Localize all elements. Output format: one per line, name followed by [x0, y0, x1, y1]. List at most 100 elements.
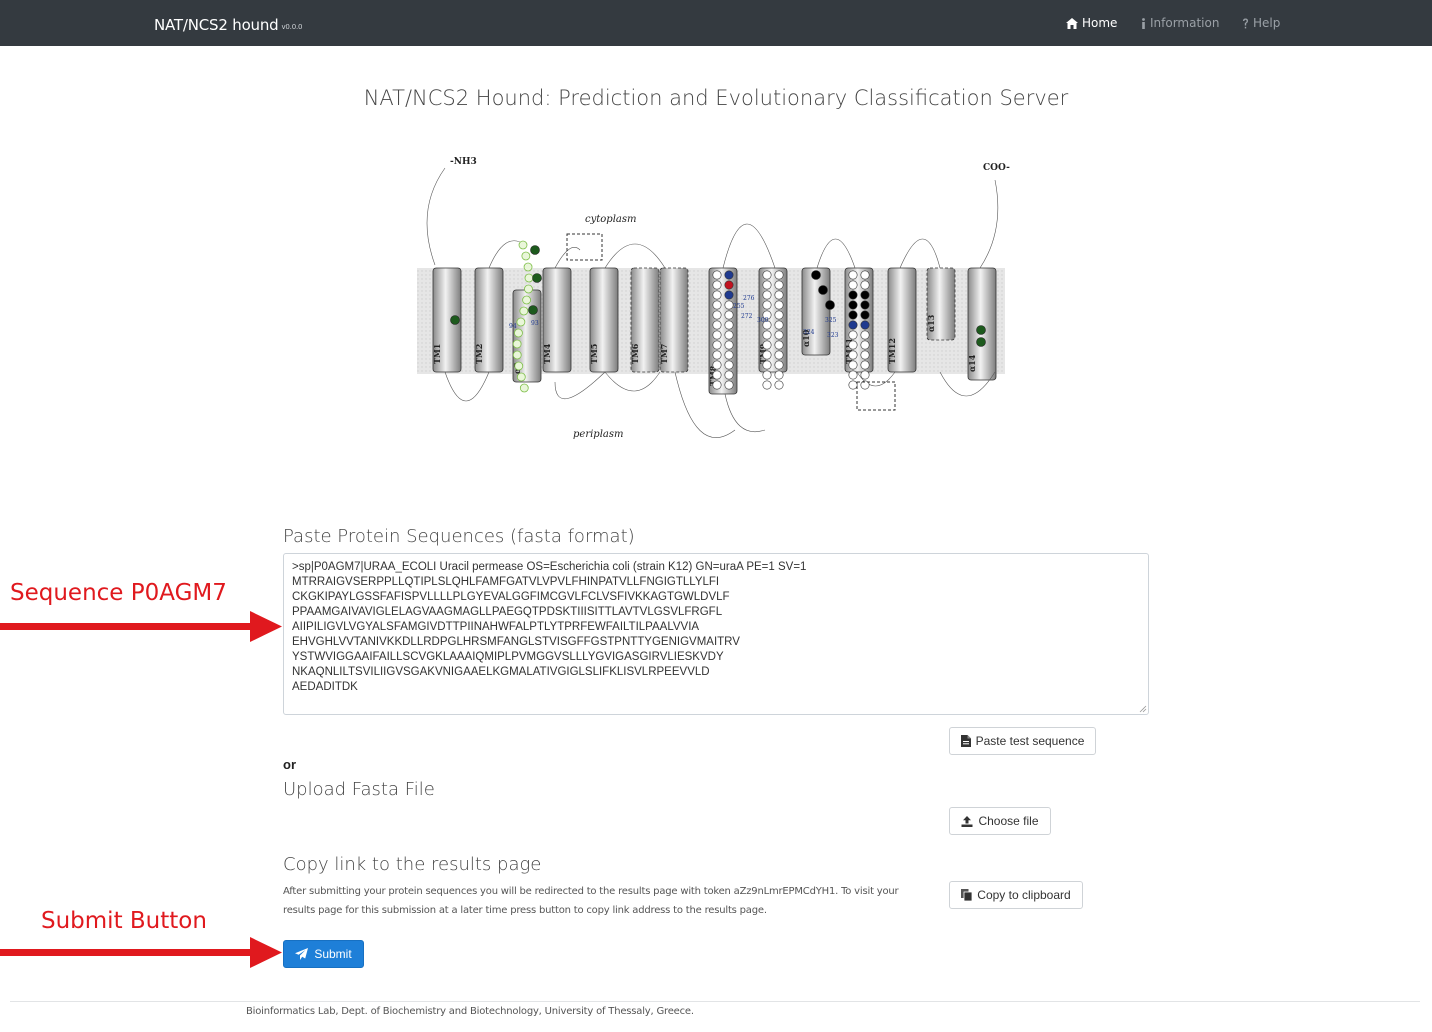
residue-circle	[532, 273, 542, 283]
loop-1	[426, 167, 446, 266]
paste-test-sequence-button[interactable]: Paste test sequence	[949, 727, 1096, 755]
residue-circle	[712, 330, 722, 340]
residue-circle	[848, 300, 858, 310]
residue-number-label: 255	[733, 303, 745, 310]
residue-circle	[514, 328, 523, 338]
residue-circle	[519, 306, 529, 316]
residue-circle	[848, 370, 858, 380]
residue-circle	[724, 360, 734, 370]
residue-number-label: 93	[531, 320, 539, 327]
nh3-label: -NH3	[450, 157, 477, 167]
submit-button[interactable]: Submit	[283, 940, 364, 968]
annotation-submit-label: Submit Button	[41, 908, 207, 934]
residue-circle	[860, 290, 870, 300]
residue-circle	[774, 290, 784, 300]
loop-6	[816, 238, 856, 269]
residue-circle	[860, 320, 870, 330]
residue-circle	[848, 320, 858, 330]
copy-to-clipboard-button[interactable]: Copy to clipboard	[949, 881, 1083, 909]
residue-circle	[512, 350, 522, 360]
residue-circle	[825, 300, 835, 310]
residue-circle	[724, 270, 734, 280]
residue-number-label: 276	[743, 295, 755, 302]
residue-circle	[774, 280, 784, 290]
loop-8	[979, 179, 999, 269]
helix-label: TM12	[887, 338, 897, 364]
footer-divider	[10, 1001, 1420, 1002]
nav-help[interactable]: Help	[1242, 16, 1280, 30]
residue-circle	[860, 330, 870, 340]
residue-circle	[450, 315, 460, 325]
residue-circle	[774, 370, 784, 380]
residue-circle	[774, 340, 784, 350]
help-icon	[1243, 18, 1248, 28]
helix-label: TM7	[659, 344, 669, 364]
coo-label: COO-	[983, 163, 1010, 173]
nav-information-label: Information	[1150, 16, 1220, 30]
residue-circle	[524, 273, 534, 283]
residue-number-label: 272	[741, 313, 753, 320]
brand-name: NAT/NCS2 hound	[154, 16, 279, 34]
or-label: or	[283, 757, 296, 772]
residue-circle	[811, 270, 821, 280]
residue-circle	[724, 350, 734, 360]
residue-circle	[712, 380, 722, 390]
residue-circle	[712, 300, 722, 310]
loop-4	[604, 243, 666, 269]
upload-icon	[961, 815, 973, 827]
residue-circle	[762, 350, 772, 360]
copy-link-description: After submitting your protein sequences …	[283, 886, 899, 916]
nav-information[interactable]: Information	[1141, 16, 1219, 30]
residue-circle	[762, 290, 772, 300]
residue-circle	[524, 284, 533, 294]
choose-file-button[interactable]: Choose file	[949, 807, 1051, 835]
residue-circle	[712, 310, 722, 320]
residue-circle	[514, 361, 524, 371]
residue-circle	[712, 360, 722, 370]
resize-grip-icon[interactable]	[1139, 705, 1147, 713]
cytoplasm-label: cytoplasm	[585, 214, 636, 225]
footer-text: Bioinformatics Lab, Dept. of Biochemistr…	[246, 1006, 694, 1017]
residue-circle	[712, 370, 722, 380]
residue-circle	[724, 370, 734, 380]
residue-number-label: 324	[803, 329, 815, 336]
nav-help-label: Help	[1253, 16, 1281, 30]
upload-fasta-heading: Upload Fasta File	[283, 779, 435, 800]
paste-sequences-heading: Paste Protein Sequences (fasta format)	[283, 526, 635, 547]
residue-circle	[724, 330, 734, 340]
nav-home[interactable]: Home	[1066, 16, 1117, 30]
residue-circle	[860, 310, 870, 320]
residue-circle	[774, 360, 784, 370]
residue-circle	[762, 270, 772, 280]
copy-to-clipboard-label: Copy to clipboard	[977, 888, 1071, 902]
residue-circle	[523, 262, 533, 272]
brand-link[interactable]: NAT/NCS2 hound v0.0.0	[154, 16, 302, 34]
residue-circle	[848, 280, 858, 290]
loop-11	[604, 371, 661, 392]
file-icon	[960, 735, 971, 747]
residue-circle	[860, 360, 870, 370]
residue-circle	[774, 310, 784, 320]
paste-test-sequence-label: Paste test sequence	[975, 734, 1085, 748]
residue-circle	[724, 280, 734, 290]
choose-file-label: Choose file	[978, 814, 1039, 828]
residue-circle	[724, 310, 734, 320]
helix-label: α13	[926, 314, 936, 332]
residue-circle	[724, 290, 734, 300]
residue-circle	[774, 380, 784, 390]
residue-circle	[848, 360, 858, 370]
loop-10	[554, 371, 606, 399]
page-title: NAT/NCS2 Hound: Prediction and Evolution…	[363, 86, 1069, 110]
loop-9	[444, 371, 490, 402]
sequence-textarea[interactable]	[283, 553, 1149, 715]
info-icon	[1142, 17, 1145, 29]
residue-circle	[762, 330, 772, 340]
residue-circle	[516, 317, 526, 327]
nav-home-label: Home	[1082, 16, 1118, 30]
residue-circle	[860, 300, 870, 310]
residue-circle	[774, 350, 784, 360]
residue-circle	[976, 325, 986, 335]
loop-7	[899, 238, 941, 269]
topology-diagram: TM1TM2α3TM4TM5TM6TM7TM8TM9α10TM11TM12α13…	[417, 157, 1010, 440]
residue-circle	[976, 337, 986, 347]
